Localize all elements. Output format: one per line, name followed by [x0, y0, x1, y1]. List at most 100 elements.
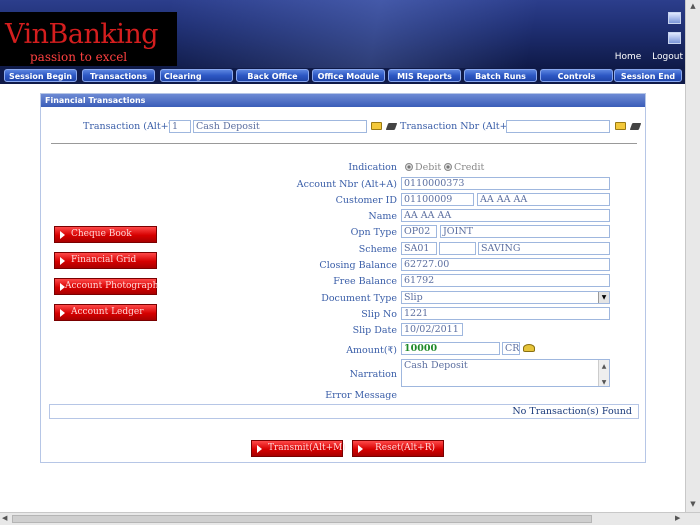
nav-back-office[interactable]: Back Office [236, 69, 309, 82]
indication-label: Indication [348, 162, 397, 173]
arrow-right-icon [60, 257, 65, 265]
opn-type-code-input[interactable]: OP02 [401, 225, 437, 238]
transaction-nbr-input[interactable] [506, 120, 610, 133]
customer-short-input[interactable]: AA AA AA [477, 193, 610, 206]
folder-icon-2[interactable] [615, 122, 626, 130]
header-links: Home Logout [607, 52, 683, 62]
amount-input[interactable]: 10000 [401, 342, 500, 355]
divider [51, 143, 637, 144]
debit-label: Debit [415, 162, 442, 173]
scroll-right-icon[interactable]: ▶ [675, 514, 680, 522]
amount-label-close: ) [393, 345, 397, 356]
narration-value: Cash Deposit [404, 360, 468, 371]
account-ledger-label: Account Ledger [71, 307, 144, 317]
narration-label: Narration [349, 369, 397, 380]
error-message-label: Error Message [325, 390, 397, 401]
status-bar: No Transaction(s) Found [49, 404, 639, 419]
credit-label: Credit [454, 162, 485, 173]
scroll-thumb[interactable] [12, 515, 592, 523]
closing-balance-label: Closing Balance [319, 260, 397, 271]
nav-batch-runs[interactable]: Batch Runs [464, 69, 537, 82]
free-balance-input[interactable]: 61792 [401, 274, 610, 287]
eraser-icon[interactable] [385, 123, 398, 130]
amount-label-text: Amount( [346, 345, 388, 356]
scheme-mid-input[interactable] [439, 242, 476, 255]
narration-textarea[interactable]: Cash Deposit ▲ ▼ [401, 359, 610, 387]
nav-session-begin[interactable]: Session Begin [4, 69, 77, 82]
narration-scrollbar[interactable]: ▲ ▼ [598, 360, 609, 386]
account-photograph-label: Account Photograph [65, 281, 159, 291]
cheque-book-label: Cheque Book [71, 229, 132, 239]
slip-date-input[interactable]: 10/02/2011 [401, 323, 463, 336]
horizontal-scrollbar[interactable]: ◀ ▶ [0, 512, 700, 525]
arrow-right-icon [60, 231, 65, 239]
customer-id-label: Customer ID [335, 195, 397, 206]
nav-transactions[interactable]: Transactions [82, 69, 155, 82]
scheme-code-input[interactable]: SA01 [401, 242, 437, 255]
transmit-label: Transmit(Alt+M) [268, 443, 346, 453]
document-type-value: Slip [404, 292, 423, 303]
amount-label: Amount(₹) [241, 345, 397, 356]
cheque-book-button[interactable]: Cheque Book [54, 226, 157, 243]
main-nav: Session Begin Transactions Clearing Back… [0, 68, 685, 84]
opn-type-name-input[interactable]: JOINT [440, 225, 610, 238]
scroll-up-icon[interactable]: ▲ [600, 361, 608, 370]
grid-icon[interactable] [668, 12, 681, 24]
name-label: Name [368, 211, 397, 222]
financial-grid-label: Financial Grid [71, 255, 137, 265]
scheme-name-input[interactable]: SAVING [478, 242, 610, 255]
arrow-right-icon [60, 309, 65, 317]
credit-radio[interactable] [444, 163, 452, 171]
transaction-label: Transaction (Alt+T) [83, 121, 179, 132]
closing-balance-input[interactable]: 62727.00 [401, 258, 610, 271]
slip-date-label: Slip Date [352, 325, 397, 336]
transmit-button[interactable]: Transmit(Alt+M) [251, 440, 346, 457]
nav-office-module[interactable]: Office Module [312, 69, 385, 82]
slip-no-input[interactable]: 1221 [401, 307, 610, 320]
status-message: No Transaction(s) Found [512, 406, 632, 417]
document-type-label: Document Type [321, 293, 397, 304]
arrow-right-icon [358, 445, 363, 453]
nav-controls[interactable]: Controls [540, 69, 613, 82]
app-header: VinBanking passion to excel Home Logout [0, 0, 685, 68]
panel-title: Financial Transactions [41, 94, 645, 107]
reset-button[interactable]: Reset(Alt+R) [352, 440, 444, 457]
account-photograph-button[interactable]: Account Photograph [54, 278, 159, 295]
financial-transactions-panel: Financial Transactions Transaction (Alt+… [40, 93, 646, 463]
scroll-up-icon[interactable]: ▲ [688, 2, 698, 12]
transaction-nbr-label: Transaction Nbr (Alt+N) [400, 121, 520, 132]
scheme-label: Scheme [358, 244, 397, 255]
document-type-select[interactable]: Slip ▼ [401, 291, 610, 304]
transaction-name-input[interactable]: Cash Deposit [193, 120, 367, 133]
folder-icon[interactable] [371, 122, 382, 130]
financial-grid-button[interactable]: Financial Grid [54, 252, 157, 269]
debit-radio[interactable] [405, 163, 413, 171]
opn-type-label: Opn Type [350, 227, 397, 238]
account-ledger-button[interactable]: Account Ledger [54, 304, 157, 321]
logo: VinBanking passion to excel [0, 12, 177, 66]
customer-id-input[interactable]: 01100009 [401, 193, 474, 206]
name-input[interactable]: AA AA AA [401, 209, 610, 222]
scroll-down-icon[interactable]: ▼ [600, 377, 608, 386]
transaction-code-input[interactable]: 1 [169, 120, 191, 133]
free-balance-label: Free Balance [333, 276, 397, 287]
account-nbr-input[interactable]: 0110000373 [401, 177, 610, 190]
coins-icon[interactable] [523, 344, 535, 352]
brand-name: VinBanking [5, 19, 159, 50]
home-link[interactable]: Home [615, 52, 642, 62]
reset-label: Reset(Alt+R) [375, 443, 435, 453]
amount-type-field: CR [502, 342, 520, 355]
nav-clearing[interactable]: Clearing [160, 69, 233, 82]
account-nbr-label: Account Nbr (Alt+A) [296, 179, 397, 190]
slip-no-label: Slip No [361, 309, 397, 320]
save-icon[interactable] [668, 32, 681, 44]
eraser-icon-2[interactable] [629, 123, 642, 130]
nav-mis-reports[interactable]: MIS Reports [388, 69, 461, 82]
dropdown-arrow-icon[interactable]: ▼ [598, 292, 609, 303]
logout-link[interactable]: Logout [652, 52, 683, 62]
nav-session-end[interactable]: Session End [614, 69, 682, 82]
scroll-left-icon[interactable]: ◀ [2, 514, 7, 522]
scroll-down-icon[interactable]: ▼ [688, 500, 698, 510]
vertical-scrollbar[interactable]: ▲ ▼ [685, 0, 700, 512]
arrow-right-icon [60, 283, 65, 291]
